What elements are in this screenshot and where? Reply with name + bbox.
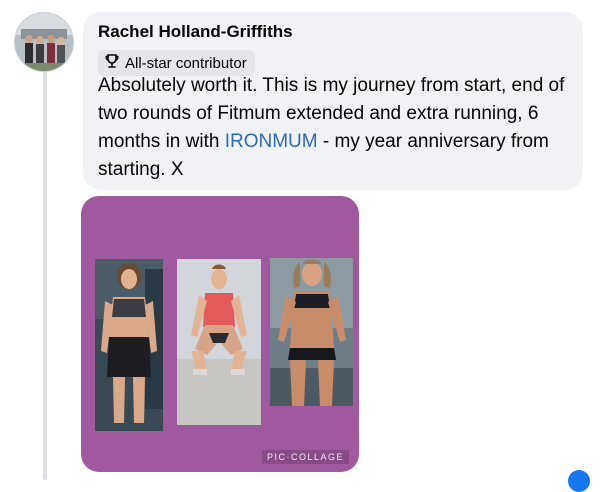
progress-photo: [177, 259, 261, 425]
mention-link[interactable]: IRONMUM: [225, 131, 318, 152]
after-photo: [270, 258, 353, 406]
trophy-icon: [104, 53, 120, 74]
thread-line: [43, 68, 47, 480]
scroll-indicator[interactable]: [568, 470, 590, 492]
comment-text: Absolutely worth it. This is my journey …: [98, 72, 578, 184]
comment-bubble: Rachel Holland-Griffiths All-star contri…: [83, 12, 583, 190]
badge-label: All-star contributor: [125, 54, 247, 72]
comment-author[interactable]: Rachel Holland-Griffiths: [98, 22, 293, 42]
photo-collage[interactable]: PIC·COLLAGE: [81, 196, 359, 472]
avatar-photo: [15, 13, 73, 71]
collage-watermark: PIC·COLLAGE: [261, 450, 349, 464]
avatar[interactable]: [14, 12, 74, 72]
before-photo: [95, 259, 163, 431]
